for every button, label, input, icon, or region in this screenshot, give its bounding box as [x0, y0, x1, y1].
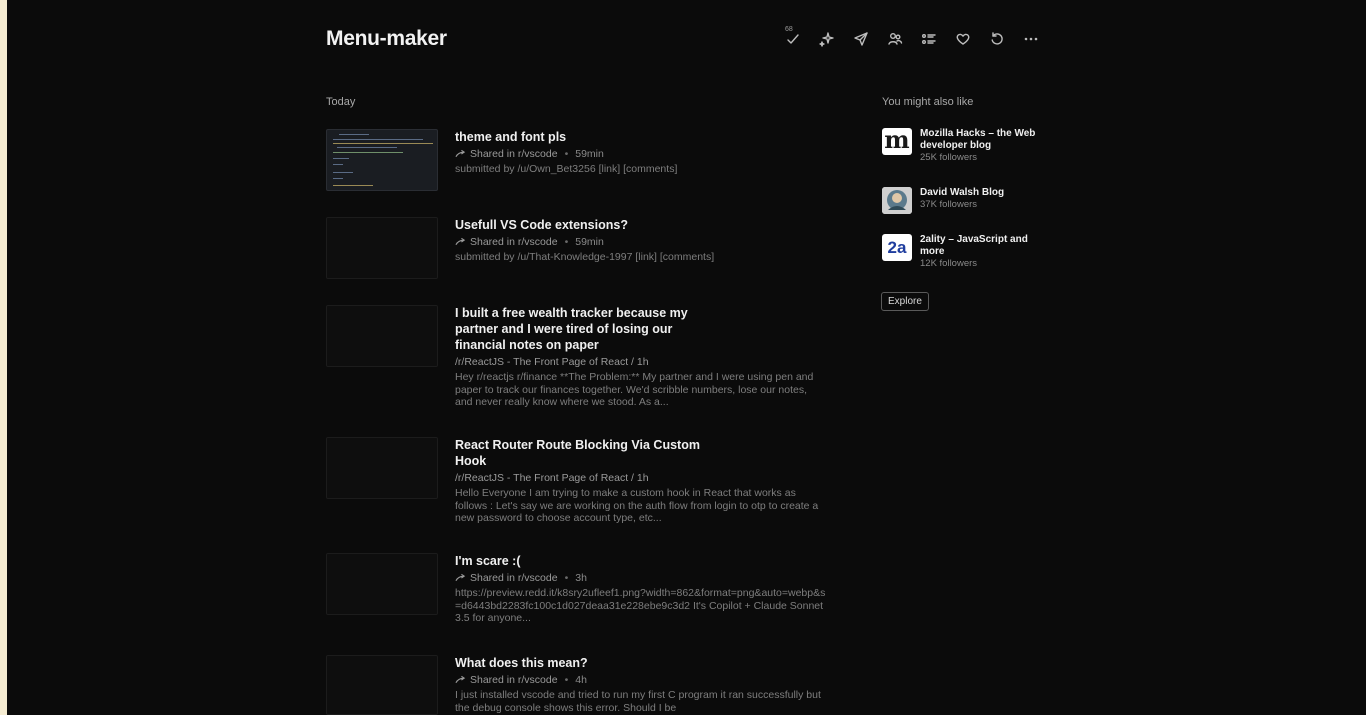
meta-separator: • — [564, 148, 569, 160]
2ality-logo: 2a — [882, 234, 912, 261]
refresh-icon — [991, 32, 1003, 45]
people-icon — [888, 33, 903, 45]
entry-title[interactable]: What does this mean? — [455, 655, 725, 671]
toolbar: 68 — [782, 26, 1042, 50]
entry-snippet: I just installed vscode and tried to run… — [455, 689, 821, 714]
mark-all-read-button[interactable]: 68 — [782, 26, 804, 50]
entry-title[interactable]: I built a free wealth tracker because my… — [455, 305, 725, 353]
suggestion-item[interactable]: m Mozilla Hacks – the Web developer blog… — [882, 128, 1052, 164]
entry-thumbnail — [326, 437, 438, 499]
entry-title[interactable]: theme and font pls — [455, 129, 725, 145]
people-button[interactable] — [884, 28, 906, 50]
entry-snippet: submitted by /u/That-Knowledge-1997 [lin… — [455, 251, 715, 263]
david-walsh-avatar — [882, 187, 912, 214]
entry-body: Usefull VS Code extensions? Shared in r/… — [455, 217, 827, 264]
more-options-button[interactable] — [1020, 28, 1042, 50]
refresh-button[interactable] — [986, 28, 1008, 50]
suggestion-item[interactable]: David Walsh Blog 37K followers — [882, 187, 1052, 214]
entry-source[interactable]: Shared in r/vscode — [470, 571, 558, 585]
sidebar-heading: You might also like — [882, 96, 974, 108]
share-icon — [455, 573, 467, 583]
more-icon — [1024, 37, 1038, 41]
entry-thumbnail — [326, 305, 438, 367]
entry-body: What does this mean? Shared in r/vscode … — [455, 655, 827, 714]
sparkle-button[interactable] — [816, 28, 838, 50]
entry-meta: /r/ReactJS - The Front Page of React / 1… — [455, 355, 827, 369]
send-button[interactable] — [850, 28, 872, 50]
suggestion-followers: 25K followers — [920, 152, 978, 163]
entry-snippet: Hey r/reactjs r/finance **The Problem:**… — [455, 371, 814, 408]
entry-source[interactable]: /r/ReactJS - The Front Page of React / 1… — [455, 471, 649, 485]
list-view-button[interactable] — [918, 28, 940, 50]
suggestion-title[interactable]: Mozilla Hacks – the Web developer blog — [920, 128, 1040, 152]
suggestion-followers: 12K followers — [920, 258, 978, 269]
suggestion-text: 2ality – JavaScript and more 12K followe… — [920, 234, 1050, 270]
window-edge — [0, 0, 7, 715]
page-title: Menu-maker — [326, 27, 447, 50]
check-icon — [787, 34, 799, 44]
entry-time: 3h — [575, 572, 587, 584]
entry-snippet: submitted by /u/Own_Bet3256 [link] [comm… — [455, 163, 678, 175]
entry-body: I built a free wealth tracker because my… — [455, 305, 827, 409]
entry-meta: Shared in r/vscode • 59min — [455, 147, 827, 161]
suggestion-text: Mozilla Hacks – the Web developer blog 2… — [920, 128, 1040, 164]
entry-body: I'm scare :( Shared in r/vscode • 3h htt… — [455, 553, 827, 625]
sparkle-icon — [819, 32, 834, 47]
entry-title[interactable]: Usefull VS Code extensions? — [455, 217, 725, 233]
entry-thumbnail — [326, 655, 438, 715]
entry-time: 59min — [575, 148, 604, 160]
share-icon — [455, 149, 467, 159]
feed-page: Menu-maker 68 Today theme and font pls S… — [326, 0, 1042, 715]
entry-body: React Router Route Blocking Via Custom H… — [455, 437, 827, 525]
favorite-button[interactable] — [952, 28, 974, 50]
entry-source[interactable]: Shared in r/vscode — [470, 673, 558, 687]
unread-count-badge: 68 — [785, 26, 793, 33]
entry-thumbnail — [326, 553, 438, 615]
entry-meta: Shared in r/vscode • 4h — [455, 673, 827, 687]
entry-title[interactable]: React Router Route Blocking Via Custom H… — [455, 437, 725, 469]
entry-title[interactable]: I'm scare :( — [455, 553, 725, 569]
entry-snippet: Hello Everyone I am trying to make a cus… — [455, 487, 819, 524]
entry-meta: Shared in r/vscode • 3h — [455, 571, 827, 585]
share-icon — [455, 675, 467, 685]
entry-thumbnail — [326, 129, 438, 191]
suggestion-text: David Walsh Blog 37K followers — [920, 187, 1004, 214]
entry-time: 59min — [575, 236, 604, 248]
meta-separator: • — [564, 674, 569, 686]
entry-meta: /r/ReactJS - The Front Page of React / 1… — [455, 471, 827, 485]
suggestion-title[interactable]: 2ality – JavaScript and more — [920, 234, 1050, 258]
entry-body: theme and font pls Shared in r/vscode • … — [455, 129, 827, 176]
mozilla-logo: m — [882, 128, 912, 155]
suggestion-title[interactable]: David Walsh Blog — [920, 187, 1004, 199]
section-label-today: Today — [326, 96, 356, 108]
entry-time: 4h — [575, 674, 587, 686]
list-icon — [922, 34, 936, 44]
entry-meta: Shared in r/vscode • 59min — [455, 235, 827, 249]
entry-source[interactable]: /r/ReactJS - The Front Page of React / 1… — [455, 355, 649, 369]
entry-source[interactable]: Shared in r/vscode — [470, 147, 558, 161]
meta-separator: • — [564, 572, 569, 584]
send-icon — [854, 32, 868, 46]
heart-icon — [956, 33, 970, 45]
share-icon — [455, 237, 467, 247]
suggestion-followers: 37K followers — [920, 199, 978, 210]
entry-snippet: https://preview.redd.it/k8sry2ufleef1.pn… — [455, 587, 826, 624]
explore-button[interactable]: Explore — [881, 292, 929, 311]
entry-thumbnail — [326, 217, 438, 279]
meta-separator: • — [564, 236, 569, 248]
entry-source[interactable]: Shared in r/vscode — [470, 235, 558, 249]
suggestion-item[interactable]: 2a 2ality – JavaScript and more 12K foll… — [882, 234, 1052, 270]
